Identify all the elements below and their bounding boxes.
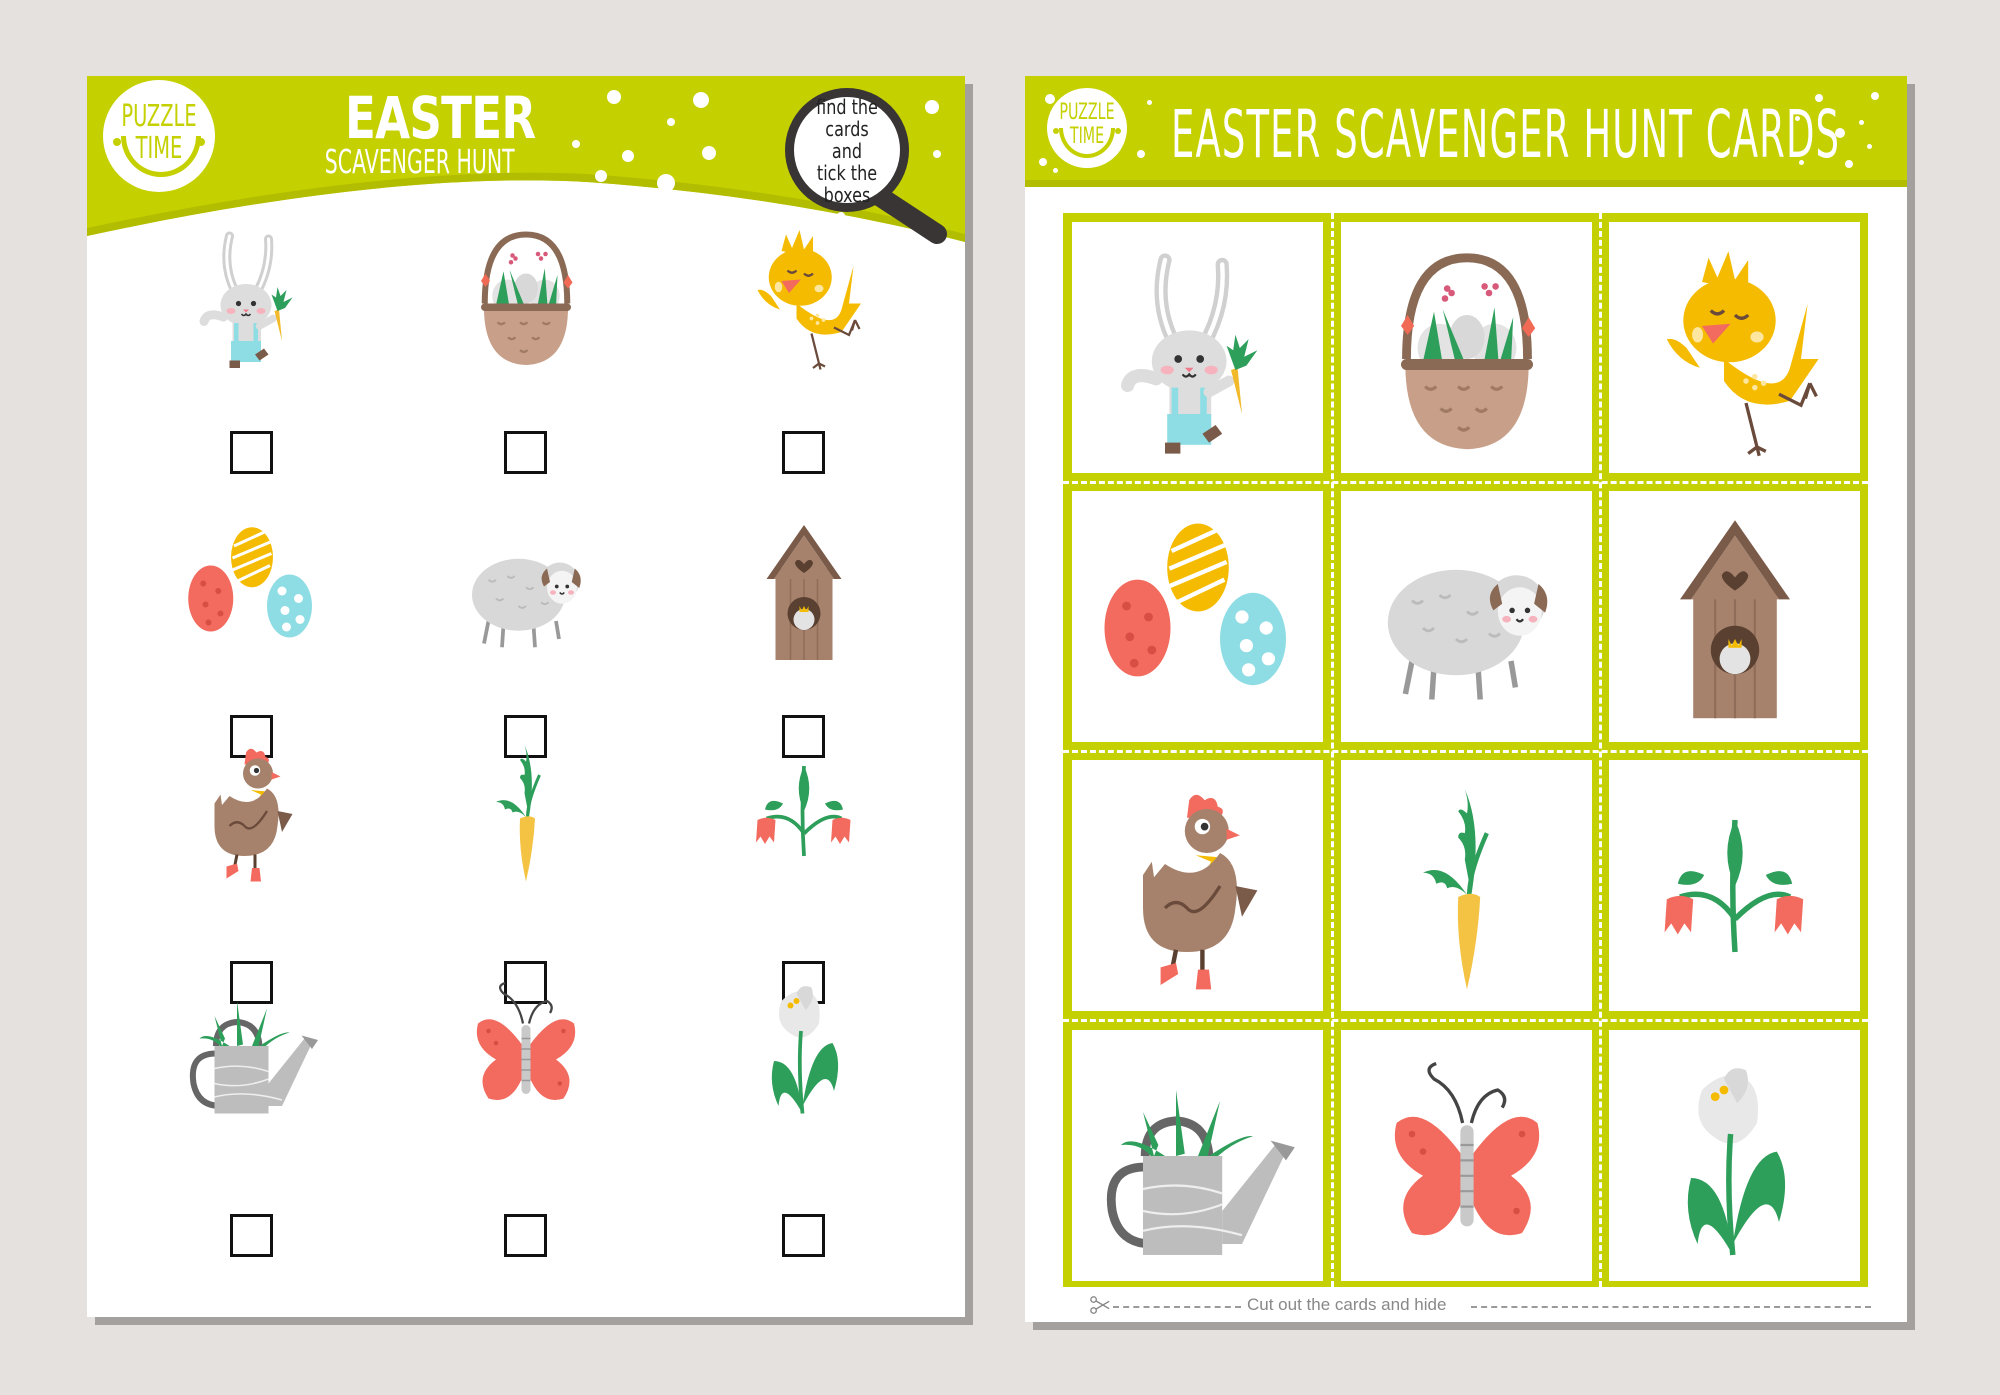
basket-icon xyxy=(451,181,601,371)
logo-smile xyxy=(1059,128,1115,158)
decorative-dot xyxy=(693,92,709,108)
logo-smile xyxy=(121,136,201,177)
logo-dot xyxy=(1053,128,1059,134)
card-basket xyxy=(1341,222,1592,473)
hen-icon xyxy=(1088,776,1308,996)
card-birdhouse xyxy=(1609,491,1860,742)
card-butterfly xyxy=(1341,1030,1592,1281)
cut-line xyxy=(1113,1306,1241,1308)
logo-dot xyxy=(197,138,205,146)
decorative-dot xyxy=(1039,158,1047,166)
card-bunny xyxy=(1072,222,1323,473)
decorative-dot xyxy=(1053,168,1058,173)
logo-line1: PUZZLE xyxy=(121,99,197,134)
cut-line xyxy=(1471,1306,1871,1308)
checkbox-lily[interactable] xyxy=(782,1214,825,1257)
tulips-icon xyxy=(729,696,879,886)
card-lily xyxy=(1609,1030,1860,1281)
decorative-dot xyxy=(667,118,675,126)
hen-icon xyxy=(177,696,327,886)
decorative-dot xyxy=(1045,94,1055,104)
card-watering-can xyxy=(1072,1030,1323,1281)
checkbox-basket[interactable] xyxy=(504,431,547,474)
eggs-icon xyxy=(177,476,327,666)
birdhouse-icon xyxy=(729,476,879,666)
card-hen xyxy=(1072,760,1323,1011)
cards-sheet-title: EASTER SCAVENGER HUNT CARDS xyxy=(1171,96,1839,173)
sheep-icon xyxy=(1357,507,1577,727)
scissors-icon xyxy=(1089,1294,1111,1316)
decorative-dot xyxy=(1867,144,1872,149)
card-tulips xyxy=(1609,760,1860,1011)
watering-can-icon xyxy=(177,931,327,1121)
basket-icon xyxy=(1357,238,1577,458)
card-sheep xyxy=(1341,491,1592,742)
lily-icon xyxy=(1625,1046,1845,1266)
cut-line-horizontal xyxy=(1063,750,1868,753)
chick-icon xyxy=(1625,238,1845,458)
decorative-dot xyxy=(607,90,621,104)
checkbox-watering-can[interactable] xyxy=(230,1214,273,1257)
decorative-dot xyxy=(1845,160,1853,168)
lily-icon xyxy=(729,931,879,1121)
decorative-dot xyxy=(702,146,716,160)
checkbox-butterfly[interactable] xyxy=(504,1214,547,1257)
butterfly-icon xyxy=(451,931,601,1121)
logo-dot xyxy=(113,138,121,146)
sheep-icon xyxy=(451,476,601,666)
cut-instructions-text: Cut out the cards and hide xyxy=(1247,1295,1447,1314)
worksheet-subtitle: SCAVENGER HUNT xyxy=(324,142,515,181)
card-carrot xyxy=(1341,760,1592,1011)
instruction-line2: and xyxy=(831,139,863,163)
decorative-dot xyxy=(1859,120,1864,125)
cut-line-horizontal xyxy=(1063,481,1868,484)
chick-icon xyxy=(729,181,879,371)
header-banner-edge xyxy=(1025,180,1907,187)
watering-can-icon xyxy=(1088,1046,1308,1266)
decorative-dot xyxy=(622,150,634,162)
carrot-icon xyxy=(1357,776,1577,996)
logo-dot xyxy=(1115,128,1121,134)
checkbox-bunny[interactable] xyxy=(230,431,273,474)
worksheet-card: PUZZLE TIME EASTER SCAVENGER HUNT find t… xyxy=(87,76,965,1317)
cut-line-horizontal xyxy=(1063,1019,1868,1022)
puzzle-time-logo: PUZZLE TIME xyxy=(1047,88,1127,168)
logo-line1: PUZZLE xyxy=(1059,100,1115,125)
decorative-dot xyxy=(1137,150,1145,158)
checkbox-chick[interactable] xyxy=(782,431,825,474)
carrot-icon xyxy=(451,696,601,886)
decorative-dot xyxy=(1147,100,1152,105)
decorative-dot xyxy=(1871,92,1879,100)
cards-sheet: PUZZLE TIME EASTER SCAVENGER HUNT CARDS … xyxy=(1025,76,1907,1322)
card-chick xyxy=(1609,222,1860,473)
cut-instructions: Cut out the cards and hide xyxy=(1093,1292,1873,1322)
puzzle-time-logo: PUZZLE TIME xyxy=(103,80,215,192)
eggs-icon xyxy=(1088,507,1308,727)
butterfly-icon xyxy=(1357,1046,1577,1266)
bunny-icon xyxy=(177,181,327,371)
bunny-icon xyxy=(1088,238,1308,458)
instruction-line1: find the cards xyxy=(816,95,878,141)
tulips-icon xyxy=(1625,776,1845,996)
decorative-dot xyxy=(657,174,675,192)
birdhouse-icon xyxy=(1625,507,1845,727)
decorative-dot xyxy=(572,140,580,148)
card-eggs xyxy=(1072,491,1323,742)
cards-grid xyxy=(1063,213,1868,1287)
decorative-dot xyxy=(697,196,709,208)
